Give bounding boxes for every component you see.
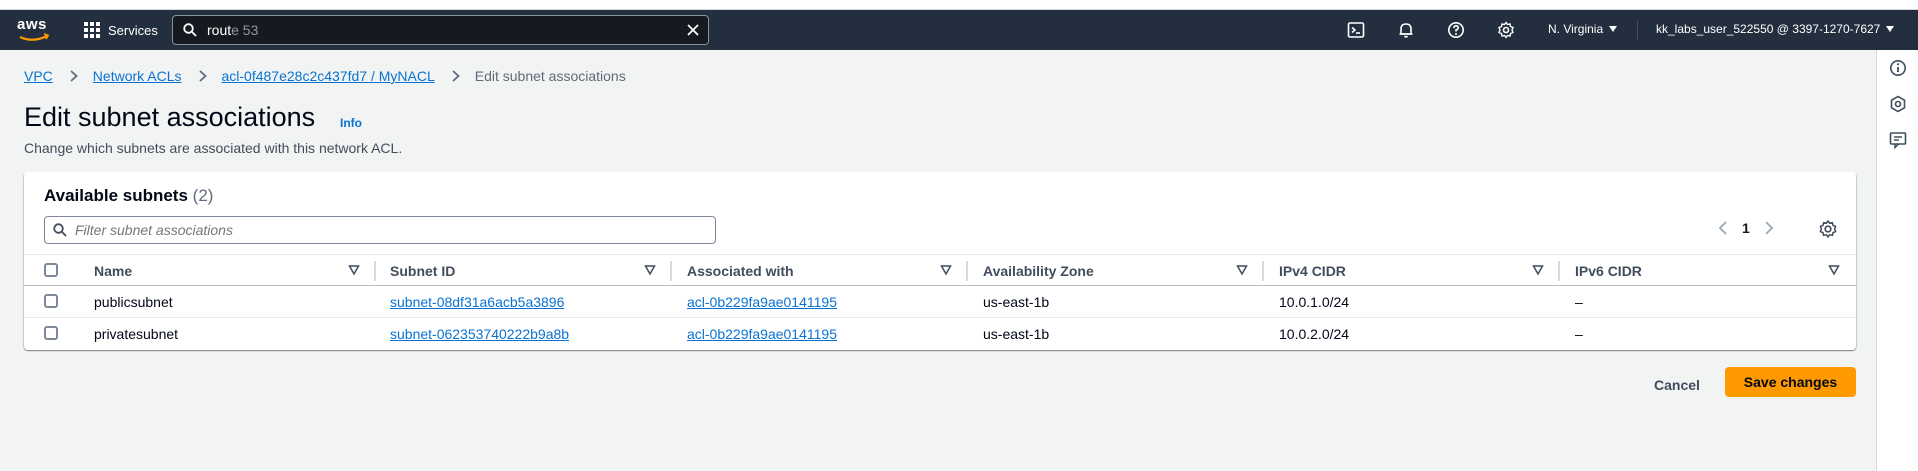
breadcrumb-acl[interactable]: acl-0f487e28c2c437fd7 / MyNACL <box>222 68 435 84</box>
save-changes-button[interactable]: Save changes <box>1725 367 1856 397</box>
column-header-associated-with[interactable]: Associated with <box>687 263 794 279</box>
sort-icon[interactable] <box>644 264 656 276</box>
cell-ipv6-cidr: – <box>1575 326 1583 342</box>
info-circle-icon[interactable] <box>1889 59 1907 77</box>
page-description: Change which subnets are associated with… <box>24 140 403 156</box>
cell-availability-zone: us-east-1b <box>983 294 1050 310</box>
breadcrumb-current: Edit subnet associations <box>474 68 626 84</box>
sort-icon[interactable] <box>1236 264 1248 276</box>
search-icon <box>183 23 197 37</box>
breadcrumb-vpc[interactable]: VPC <box>24 68 53 84</box>
account-label: kk_labs_user_522550 @ 3397-1270-7627 <box>1656 22 1881 36</box>
row-checkbox[interactable] <box>44 294 58 308</box>
breadcrumb-network-acls[interactable]: Network ACLs <box>93 68 182 84</box>
sort-icon[interactable] <box>940 264 952 276</box>
info-link[interactable]: Info <box>340 116 362 130</box>
right-tools-rail <box>1876 50 1918 471</box>
cell-availability-zone: us-east-1b <box>983 326 1050 342</box>
feedback-icon[interactable] <box>1889 131 1907 149</box>
chevron-right-icon <box>198 70 207 82</box>
chevron-down-icon <box>1886 26 1895 32</box>
region-label: N. Virginia <box>1548 22 1604 36</box>
table-row[interactable]: publicsubnet subnet-08df31a6acb5a3896 ac… <box>24 286 1856 318</box>
search-typed-text: rout <box>207 22 232 38</box>
browser-top-strip <box>0 0 1918 10</box>
page-title: Edit subnet associations <box>24 102 316 132</box>
bell-icon[interactable] <box>1397 21 1415 39</box>
sort-icon[interactable] <box>1532 264 1544 276</box>
cell-ipv4-cidr: 10.0.1.0/24 <box>1279 294 1350 310</box>
pagination: 1 <box>1718 220 1774 236</box>
aws-logo[interactable]: aws <box>17 16 51 44</box>
filter-field[interactable] <box>44 216 716 244</box>
top-navigation: aws Services rout e 53 N. Virginia kk_lab… <box>0 10 1918 50</box>
column-header-subnet-id[interactable]: Subnet ID <box>390 263 455 279</box>
column-header-ipv6-cidr[interactable]: IPv6 CIDR <box>1575 263 1642 279</box>
region-selector[interactable]: N. Virginia <box>1548 22 1618 36</box>
cell-associated-with-link[interactable]: acl-0b229fa9ae0141195 <box>687 294 837 310</box>
services-label: Services <box>108 22 158 38</box>
panel-count: (2) <box>192 186 214 205</box>
cell-subnet-id-link[interactable]: subnet-062353740222b9a8b <box>390 326 569 342</box>
available-subnets-panel: Available subnets (2) 1 Name Subnet ID A… <box>24 172 1856 350</box>
column-header-name[interactable]: Name <box>94 263 132 279</box>
chevron-down-icon <box>1609 26 1618 32</box>
cell-associated-with-link[interactable]: acl-0b229fa9ae0141195 <box>687 326 837 342</box>
panel-title: Available subnets (2) <box>44 186 213 206</box>
cell-subnet-id-link[interactable]: subnet-08df31a6acb5a3896 <box>390 294 564 310</box>
services-menu[interactable]: Services <box>84 20 158 40</box>
breadcrumb: VPC Network ACLs acl-0f487e28c2c437fd7 /… <box>24 68 626 84</box>
column-resizer[interactable] <box>1262 261 1264 281</box>
nav-divider <box>1637 20 1638 40</box>
table-row[interactable]: privatesubnet subnet-062353740222b9a8b a… <box>24 318 1856 350</box>
search-suggestion-text: e 53 <box>231 22 259 38</box>
chevron-right-icon <box>452 70 460 82</box>
settings-icon[interactable] <box>1818 219 1838 239</box>
chevron-right-icon <box>70 70 78 82</box>
grid-icon <box>84 22 100 38</box>
column-resizer[interactable] <box>966 261 968 281</box>
clear-icon[interactable] <box>686 23 700 37</box>
table-header: Name Subnet ID Associated with Availabil… <box>24 254 1856 286</box>
cloudshell-icon[interactable] <box>1347 21 1365 39</box>
filter-input[interactable] <box>75 222 675 238</box>
chevron-right-icon[interactable] <box>1764 220 1774 236</box>
search-icon <box>53 223 67 237</box>
column-header-availability-zone[interactable]: Availability Zone <box>983 263 1094 279</box>
cell-name: publicsubnet <box>94 294 173 310</box>
cell-ipv4-cidr: 10.0.2.0/24 <box>1279 326 1350 342</box>
sort-icon[interactable] <box>348 264 360 276</box>
hexagon-icon[interactable] <box>1889 95 1907 113</box>
sort-icon[interactable] <box>1828 264 1840 276</box>
help-icon[interactable] <box>1447 21 1465 39</box>
page-number[interactable]: 1 <box>1742 220 1750 236</box>
panel-title-text: Available subnets <box>44 186 188 205</box>
column-resizer[interactable] <box>670 261 672 281</box>
account-menu[interactable]: kk_labs_user_522550 @ 3397-1270-7627 <box>1656 22 1895 36</box>
row-checkbox[interactable] <box>44 326 58 340</box>
column-resizer[interactable] <box>374 261 376 281</box>
global-search[interactable]: rout e 53 <box>172 15 709 45</box>
select-all-checkbox[interactable] <box>44 263 58 277</box>
column-resizer[interactable] <box>1558 261 1560 281</box>
column-header-ipv4-cidr[interactable]: IPv4 CIDR <box>1279 263 1346 279</box>
cell-ipv6-cidr: – <box>1575 294 1583 310</box>
chevron-left-icon[interactable] <box>1718 220 1728 236</box>
cell-name: privatesubnet <box>94 326 179 342</box>
settings-icon[interactable] <box>1497 21 1515 39</box>
cancel-button[interactable]: Cancel <box>1641 370 1713 400</box>
